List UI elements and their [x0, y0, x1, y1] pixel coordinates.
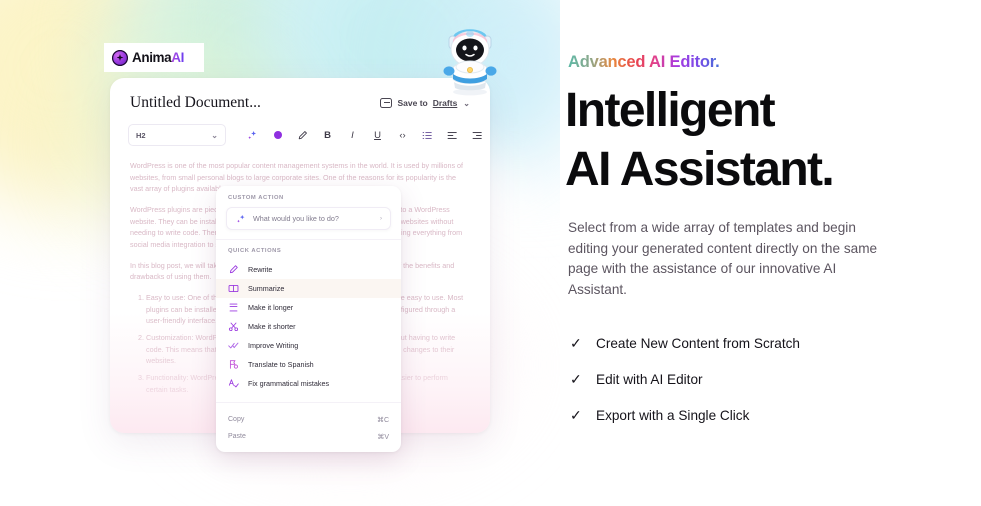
feature-item: ✓ Export with a Single Click — [570, 397, 800, 433]
block-style-value: H2 — [136, 130, 146, 140]
drafts-link[interactable]: Drafts — [433, 98, 458, 108]
headline-line-1: Intelligent — [565, 84, 776, 137]
align-right-icon[interactable] — [465, 124, 490, 146]
menu-divider — [216, 239, 401, 240]
feature-list: ✓ Create New Content from Scratch ✓ Edit… — [570, 325, 800, 433]
copy-label: Copy — [228, 416, 245, 423]
folder-icon — [380, 98, 393, 108]
menu-item-fix-grammar[interactable]: Fix grammatical mistakes — [216, 374, 401, 393]
document-header: Untitled Document... Save to Drafts ⌄ — [110, 78, 490, 112]
chevron-down-icon: ⌄ — [211, 130, 218, 140]
custom-action-input[interactable]: What would you like to do? › — [226, 207, 391, 230]
sparkle-orb-icon — [112, 49, 128, 66]
headline-line-2: AI Assistant. — [565, 142, 835, 196]
paste-shortcut: ⌘V — [377, 433, 389, 441]
toolbar-icon-group: B I U ‹› — [240, 124, 490, 146]
document-title[interactable]: Untitled Document... — [130, 94, 261, 112]
underline-icon[interactable]: U — [365, 124, 390, 146]
code-icon[interactable]: ‹› — [390, 124, 415, 146]
menu-item-make-it-shorter[interactable]: Make it shorter — [216, 317, 401, 336]
feature-item: ✓ Edit with AI Editor — [570, 361, 800, 397]
book-columns-icon — [228, 283, 239, 294]
brand-logo[interactable]: AnimaAI — [104, 43, 204, 72]
double-check-icon — [228, 340, 239, 351]
menu-item-improve-writing[interactable]: Improve Writing — [216, 336, 401, 355]
block-style-select[interactable]: H2 ⌄ — [128, 124, 226, 146]
save-to-drafts-button[interactable]: Save to Drafts ⌄ — [380, 98, 470, 108]
feature-label: Edit with AI Editor — [596, 371, 703, 387]
chevron-down-icon[interactable]: ⌄ — [463, 99, 470, 108]
menu-item-label: Make it shorter — [248, 322, 296, 331]
menu-item-make-it-longer[interactable]: Make it longer — [216, 298, 401, 317]
pencil-edit-icon — [228, 264, 239, 275]
menu-item-copy[interactable]: Copy ⌘C — [216, 411, 401, 428]
bullet-list-icon[interactable] — [415, 124, 440, 146]
copy-shortcut: ⌘C — [376, 416, 389, 424]
italic-icon[interactable]: I — [340, 124, 365, 146]
menu-item-paste[interactable]: Paste ⌘V — [216, 428, 401, 445]
align-left-icon[interactable] — [440, 124, 465, 146]
translate-flag-icon — [228, 359, 239, 370]
check-icon: ✓ — [570, 334, 582, 351]
editor-toolbar: H2 ⌄ B I U ‹› — [110, 112, 490, 156]
spellcheck-icon — [228, 378, 239, 389]
save-label: Save to — [397, 98, 428, 108]
hero-eyebrow: Advanced AI Editor. — [568, 53, 720, 71]
menu-divider — [216, 402, 401, 403]
custom-action-placeholder: What would you like to do? — [253, 214, 339, 223]
ai-actions-context-menu: CUSTOM ACTION What would you like to do?… — [216, 186, 401, 452]
brand-name-dark: Anima — [132, 49, 172, 65]
bold-icon[interactable]: B — [315, 124, 340, 146]
hero-copy-column: Advanced AI Editor. Intelligent AI Assis… — [565, 0, 968, 506]
menu-item-label: Fix grammatical mistakes — [248, 379, 330, 388]
menu-item-label: Rewrite — [248, 265, 273, 274]
brand-name: AnimaAI — [132, 51, 184, 65]
ai-sparkle-icon[interactable] — [240, 124, 265, 146]
paste-label: Paste — [228, 433, 246, 440]
menu-item-label: Summarize — [248, 284, 285, 293]
scissors-icon — [228, 321, 239, 332]
hero-paragraph: Select from a wide array of templates an… — [568, 220, 878, 297]
menu-item-rewrite[interactable]: Rewrite — [216, 260, 401, 279]
highlighter-pen-icon[interactable] — [290, 124, 315, 146]
page-title: Intelligent AI Assistant. — [565, 82, 835, 199]
feature-label: Export with a Single Click — [596, 407, 750, 423]
hero-section: AnimaAI Untitled Document... Save to Dra… — [0, 0, 981, 506]
check-icon: ✓ — [570, 370, 582, 387]
ai-sparkle-icon — [235, 213, 246, 224]
expand-down-icon — [228, 302, 239, 313]
brand-name-accent: AI — [171, 49, 184, 65]
menu-item-translate-to-spanish[interactable]: Translate to Spanish — [216, 355, 401, 374]
robot-mascot-icon — [443, 29, 497, 96]
chevron-right-icon: › — [380, 215, 382, 222]
menu-item-label: Make it longer — [248, 303, 294, 312]
menu-item-label: Improve Writing — [248, 341, 299, 350]
menu-item-summarize[interactable]: Summarize — [216, 279, 401, 298]
custom-action-header: CUSTOM ACTION — [228, 195, 284, 201]
menu-item-label: Translate to Spanish — [248, 360, 314, 369]
highlight-color-dot-icon[interactable] — [265, 124, 290, 146]
quick-actions-header: QUICK ACTIONS — [228, 248, 282, 254]
check-icon: ✓ — [570, 406, 582, 423]
feature-item: ✓ Create New Content from Scratch — [570, 325, 800, 361]
feature-label: Create New Content from Scratch — [596, 335, 800, 351]
